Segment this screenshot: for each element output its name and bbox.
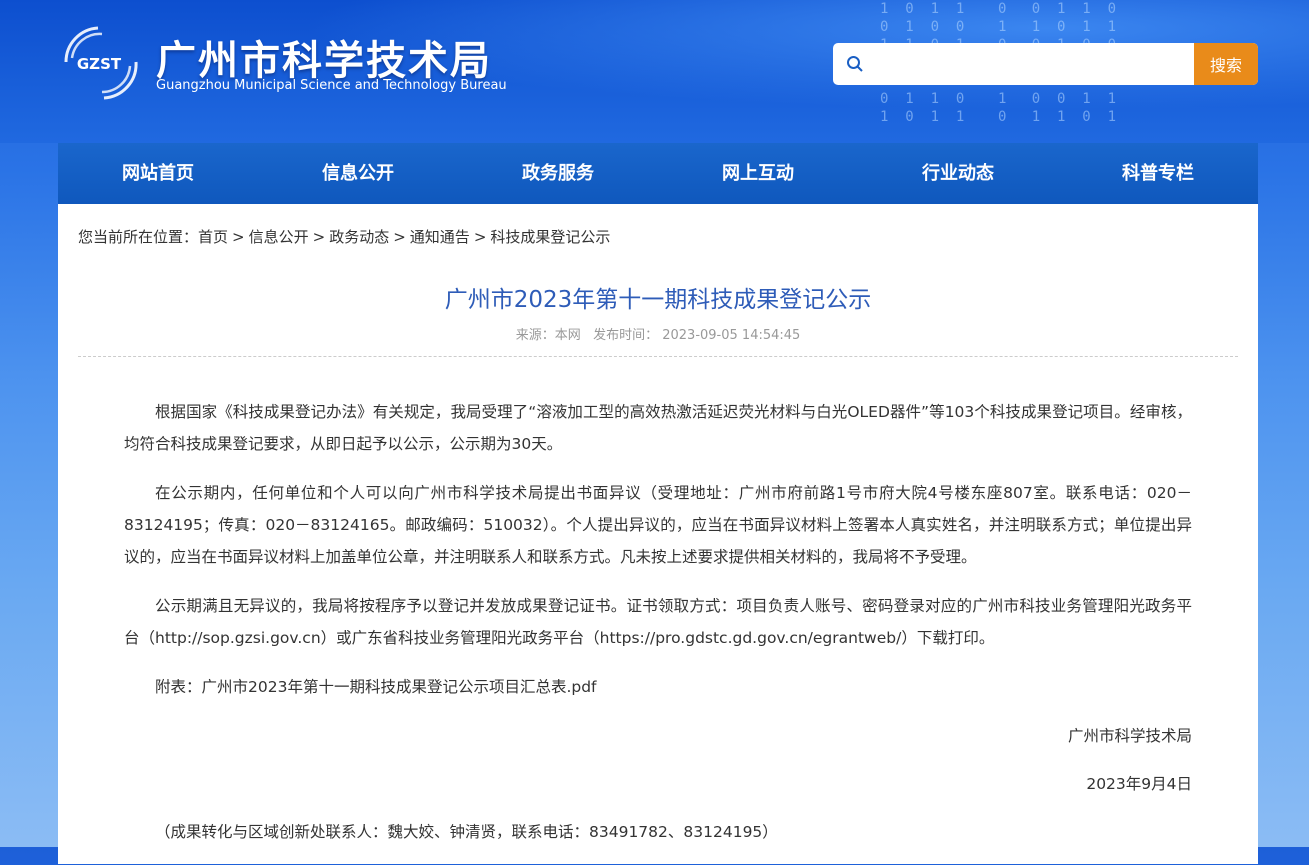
breadcrumb-current[interactable]: 科技成果登记公示 xyxy=(490,228,610,246)
svg-text:GZST: GZST xyxy=(77,55,122,73)
article-panel: 您当前所在位置：首页 > 信息公开 > 政务动态 > 通知通告 > 科技成果登记公示 广州市20… xyxy=(58,204,1258,864)
breadcrumb-home[interactable]: 首页 xyxy=(198,228,228,246)
breadcrumb-prefix: 您当前所在位置： xyxy=(78,228,199,246)
breadcrumb: 您当前所在位置：首页 > 信息公开 > 政务动态 > 通知通告 > 科技成果登记公示 xyxy=(78,226,614,247)
site-subtitle: Guangzhou Municipal Science and Technolo… xyxy=(156,78,507,93)
article-title: 广州市2023年第十一期科技成果登记公示 xyxy=(444,287,872,313)
site-header: 1 0 1 1 0 0 1 1 0 0 1 0 0 1 1 0 1 1 1 1 … xyxy=(0,0,1309,143)
nav-industry-news[interactable]: 行业动态 xyxy=(858,143,1058,204)
breadcrumb-gov-news[interactable]: 政务动态 xyxy=(329,228,389,246)
search-input[interactable] xyxy=(877,43,1194,85)
breadcrumb-separator: > xyxy=(232,228,245,246)
nav-interaction[interactable]: 网上互动 xyxy=(658,143,858,204)
article-meta: 来源：本网 发布时间： 2023-09-05 14:54:45 xyxy=(58,324,1258,343)
gzst-logo[interactable]: GZST xyxy=(58,22,140,102)
nav-science-popularization[interactable]: 科普专栏 xyxy=(1058,143,1258,204)
search-button[interactable]: 搜索 xyxy=(1194,43,1258,85)
breadcrumb-info[interactable]: 信息公开 xyxy=(249,228,309,246)
attachment-link[interactable]: 附表：广州市2023年第十一期科技成果登记公示项目汇总表.pdf xyxy=(124,671,1192,703)
signature-date: 2023年9月4日 xyxy=(1086,775,1192,793)
article-date: 发布时间： 2023-09-05 14:54:45 xyxy=(593,328,801,343)
nav-info-disclosure[interactable]: 信息公开 xyxy=(258,143,458,204)
breadcrumb-notices[interactable]: 通知通告 xyxy=(410,228,470,246)
main-nav: 网站首页 信息公开 政务服务 网上互动 行业动态 科普专栏 xyxy=(58,143,1258,204)
nav-gov-services[interactable]: 政务服务 xyxy=(458,143,658,204)
divider xyxy=(78,356,1238,357)
article-source: 来源：本网 xyxy=(515,328,581,343)
search-icon xyxy=(833,43,877,85)
paragraph: 根据国家《科技成果登记办法》有关规定，我局受理了“溶液加工型的高效热激活延迟荧光… xyxy=(124,403,1192,453)
paragraph: 在公示期内，任何单位和个人可以向广州市科学技术局提出书面异议（受理地址：广州市府… xyxy=(124,484,1192,566)
nav-home[interactable]: 网站首页 xyxy=(58,143,258,204)
search-bar: 搜索 xyxy=(833,43,1258,85)
contact-info: （成果转化与区域创新处联系人：魏大姣、钟清贤，联系电话：83491782、831… xyxy=(155,823,778,841)
article-body: 根据国家《科技成果登记办法》有关规定，我局受理了“溶液加工型的高效热激活延迟荧光… xyxy=(124,396,1192,865)
paragraph: 公示期满且无异议的，我局将按程序予以登记并发放成果登记证书。证书领取方式：项目负… xyxy=(124,597,1192,647)
signature: 广州市科学技术局 xyxy=(1067,727,1192,745)
breadcrumb-separator: > xyxy=(393,228,406,246)
breadcrumb-separator: > xyxy=(312,228,326,246)
breadcrumb-separator: > xyxy=(473,228,487,246)
